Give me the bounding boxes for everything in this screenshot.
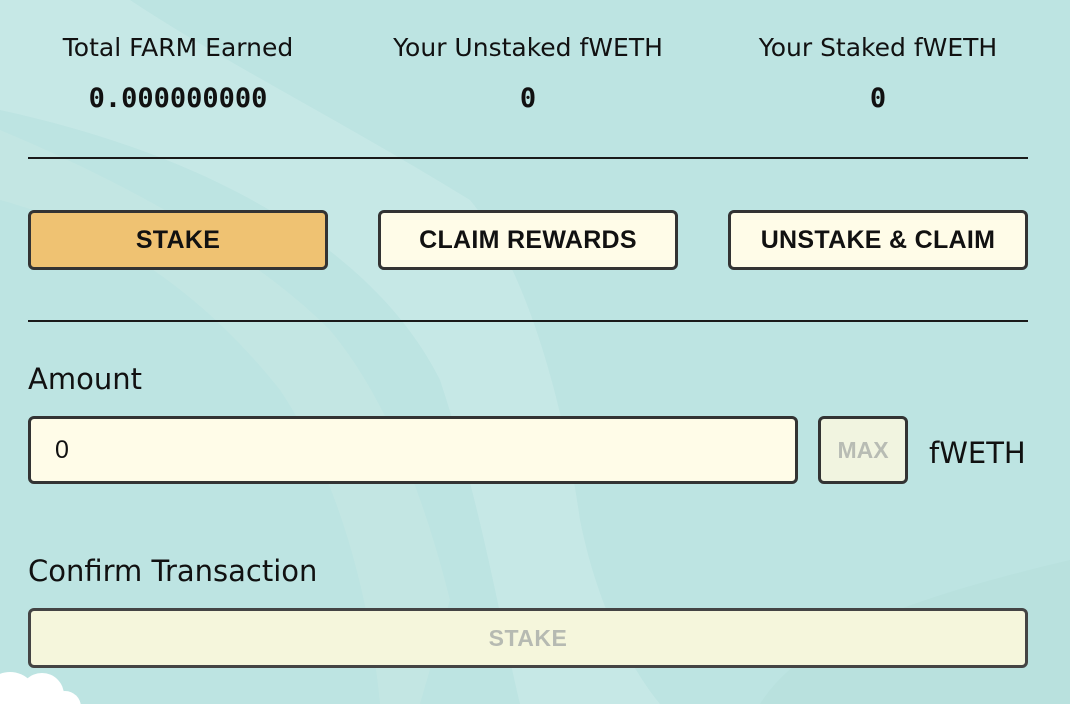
stat-label: Total FARM Earned	[62, 33, 294, 62]
confirm-stake-button[interactable]: STAKE	[28, 608, 1028, 668]
stat-label: Your Staked fWETH	[758, 33, 998, 62]
stat-unstaked-fweth: Your Unstaked fWETH 0	[378, 28, 678, 128]
stat-value: 0	[519, 83, 537, 114]
action-tabs: STAKE CLAIM REWARDS UNSTAKE & CLAIM	[28, 210, 1028, 270]
divider	[28, 157, 1028, 159]
token-symbol: fWETH	[929, 436, 1026, 470]
stats-row: Total FARM Earned 0.000000000 Your Unsta…	[28, 28, 1028, 128]
stat-staked-fweth: Your Staked fWETH 0	[728, 28, 1028, 128]
amount-input[interactable]	[28, 416, 798, 484]
stat-value: 0.000000000	[88, 83, 268, 114]
claim-rewards-button[interactable]: CLAIM REWARDS	[378, 210, 678, 270]
stake-tab-button[interactable]: STAKE	[28, 210, 328, 270]
unstake-and-claim-button[interactable]: UNSTAKE & CLAIM	[728, 210, 1028, 270]
stat-total-farm-earned: Total FARM Earned 0.000000000	[28, 28, 328, 128]
confirm-transaction-label: Confirm Transaction	[28, 554, 318, 588]
max-button[interactable]: MAX	[818, 416, 908, 484]
amount-label: Amount	[28, 362, 142, 396]
divider	[28, 320, 1028, 322]
stat-label: Your Unstaked fWETH	[393, 33, 663, 62]
stat-value: 0	[869, 83, 887, 114]
